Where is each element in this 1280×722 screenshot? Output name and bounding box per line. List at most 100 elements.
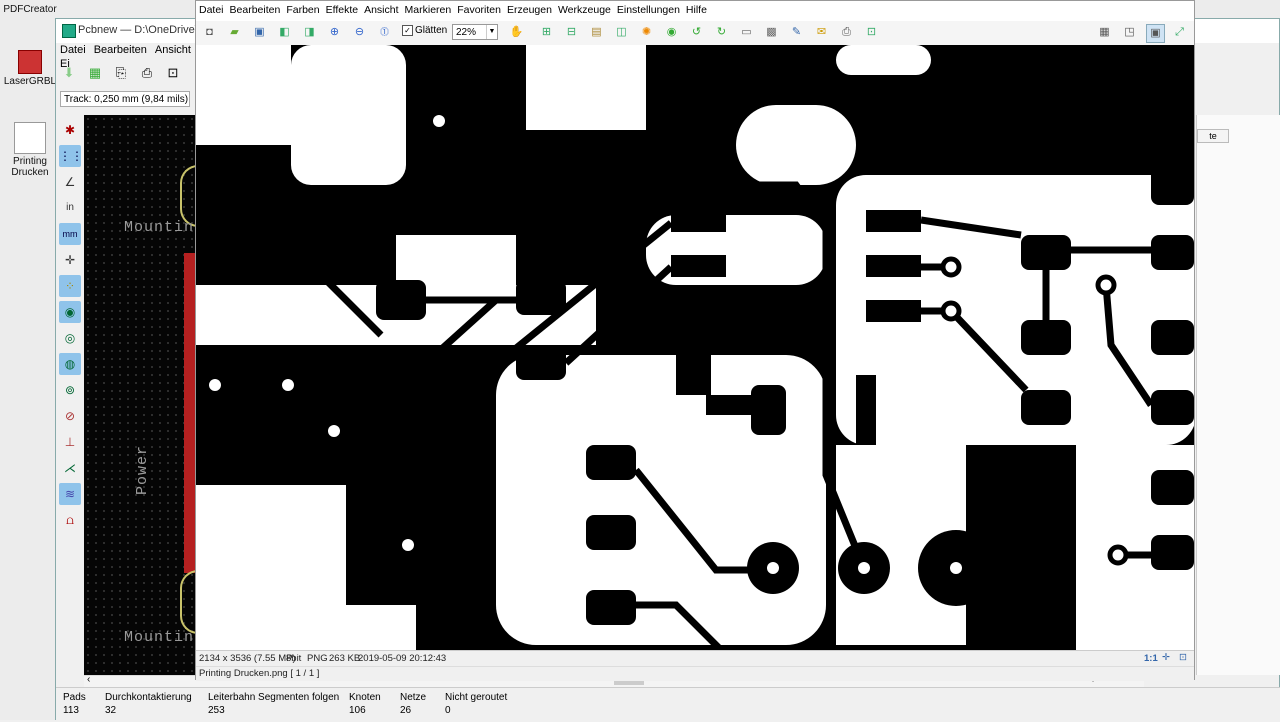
viewer-menu-bearbeiten[interactable]: Bearbeiten bbox=[227, 1, 284, 19]
layers-icon[interactable]: ≋ bbox=[59, 483, 81, 505]
pcb-image-view[interactable] bbox=[196, 45, 1194, 650]
image-format: PNG bbox=[307, 653, 328, 664]
slideshow-icon[interactable]: ▭ bbox=[738, 24, 755, 41]
previous-image-icon[interactable]: ◧ bbox=[276, 24, 293, 41]
zone-outline-icon[interactable]: ◎ bbox=[59, 327, 81, 349]
fullscreen-icon[interactable]: ▣ bbox=[1146, 24, 1165, 43]
download-icon[interactable]: ⬇ bbox=[58, 62, 80, 84]
status-value: 106 bbox=[349, 705, 366, 716]
zoom-out-icon[interactable]: ⊖ bbox=[351, 24, 368, 41]
viewer-menu-datei[interactable]: Datei bbox=[196, 1, 227, 19]
rotate-left-icon[interactable]: ↺ bbox=[688, 24, 705, 41]
track-sketch-icon[interactable]: ⊥ bbox=[59, 431, 81, 453]
zoom-select[interactable]: 22% ▼ bbox=[452, 24, 498, 40]
menu-ansicht[interactable]: Ansicht bbox=[151, 43, 195, 57]
smooth-checkbox[interactable]: ✓ Glätten bbox=[402, 25, 447, 36]
page-settings-icon[interactable]: ⎘ bbox=[110, 62, 132, 84]
pan-hand-icon[interactable]: ✋ bbox=[508, 24, 525, 41]
open-folder-icon[interactable]: ▰ bbox=[226, 24, 243, 41]
image-dimensions: 2134 x 3536 (7.55 MP) bbox=[199, 653, 296, 664]
image-bit-depth: 8bit bbox=[286, 653, 302, 664]
desktop-icon-lasergrbl[interactable]: LaserGRBL bbox=[0, 50, 60, 87]
desktop-icon-printing[interactable]: Printing Drucken bbox=[0, 122, 60, 178]
units-mm-icon[interactable]: mm bbox=[59, 223, 81, 245]
viewer-menu-werkzeuge[interactable]: Werkzeuge bbox=[555, 1, 614, 19]
info-panel-icon[interactable]: ◳ bbox=[1121, 24, 1138, 41]
zone-fill-icon[interactable]: ◉ bbox=[59, 301, 81, 323]
zone-sketch-icon[interactable]: ◍ bbox=[59, 353, 81, 375]
viewer-statusbar: 2134 x 3536 (7.55 MP) 8bit PNG 263 KB 20… bbox=[196, 650, 1194, 667]
email-icon[interactable]: ✉ bbox=[813, 24, 830, 41]
crop-icon[interactable]: ⊟ bbox=[563, 24, 580, 41]
viewer-menu-markieren[interactable]: Markieren bbox=[402, 1, 455, 19]
chevron-down-icon[interactable]: ▼ bbox=[486, 25, 497, 39]
viewer-menu-favoriten[interactable]: Favoriten bbox=[454, 1, 504, 19]
lasergrbl-icon bbox=[18, 50, 42, 74]
viewer-menu-erzeugen[interactable]: Erzeugen bbox=[504, 1, 555, 19]
desktop-icon-pdfcreator[interactable]: PDFCreator bbox=[0, 0, 60, 15]
next-image-icon[interactable]: ◨ bbox=[301, 24, 318, 41]
cursor-icon[interactable]: ✛ bbox=[59, 249, 81, 271]
viewer-menu-hilfe[interactable]: Hilfe bbox=[683, 1, 710, 19]
status-value: 113 bbox=[63, 705, 79, 716]
status-label: Knoten bbox=[349, 692, 381, 703]
silkscreen-mounting-top: Mounting bbox=[124, 219, 205, 236]
brightness-icon[interactable]: ✺ bbox=[638, 24, 655, 41]
print-icon[interactable]: ⎙ bbox=[838, 24, 855, 41]
status-nets: Netze 26 bbox=[400, 691, 426, 717]
fit-window-icon[interactable]: ⤢ bbox=[1171, 24, 1188, 41]
silkscreen-power: Power bbox=[134, 444, 151, 495]
menu-bearbeiten[interactable]: Bearbeiten bbox=[90, 43, 151, 57]
original-size-icon[interactable]: ⓵ bbox=[376, 24, 393, 41]
resize-icon[interactable]: ▤ bbox=[588, 24, 605, 41]
viewer-menubar: Datei Bearbeiten Farben Effekte Ansicht Marki… bbox=[196, 1, 1194, 21]
via-sketch-icon[interactable]: ⊘ bbox=[59, 405, 81, 427]
status-label: Durchkontaktierung bbox=[105, 692, 192, 703]
ratsnest-icon[interactable]: ⁘ bbox=[59, 275, 81, 297]
panel-tab[interactable]: te bbox=[1197, 129, 1229, 143]
pin-icon[interactable]: ✛ bbox=[1162, 652, 1170, 663]
thumbnail-view-icon[interactable]: ▦ bbox=[1096, 24, 1113, 41]
image-viewer-window: Datei Bearbeiten Farben Effekte Ansicht Marki… bbox=[195, 0, 1195, 681]
viewer-menu-einstellungen[interactable]: Einstellungen bbox=[614, 1, 683, 19]
document-icon bbox=[14, 122, 46, 154]
drc-icon[interactable]: ✱ bbox=[59, 119, 81, 141]
high-contrast-icon[interactable]: ⋌ bbox=[59, 457, 81, 479]
batch-icon[interactable]: ▩ bbox=[763, 24, 780, 41]
fit-image-icon[interactable]: ⊞ bbox=[538, 24, 555, 41]
status-value: 0 bbox=[445, 705, 451, 716]
image-date: 2019-05-09 20:12:43 bbox=[358, 653, 447, 664]
track-width-select[interactable]: Track: 0,250 mm (9,84 mils) * bbox=[60, 91, 190, 107]
color-icon[interactable]: ◉ bbox=[663, 24, 680, 41]
viewer-toolbar: ◘ ▰ ▣ ◧ ◨ ⊕ ⊖ ⓵ ✓ Glätten 22% ▼ ✋ ⊞ ⊟ ▤ ◫ … bbox=[196, 21, 1194, 46]
desktop-icon-label: PDFCreator bbox=[3, 4, 57, 15]
draw-icon[interactable]: ✎ bbox=[788, 24, 805, 41]
board-setup-icon[interactable]: ▦ bbox=[84, 62, 106, 84]
pcbnew-menubar: Datei Bearbeiten AnsichtEi bbox=[56, 43, 196, 70]
fit-icon[interactable]: ⊡ bbox=[1179, 652, 1187, 663]
viewer-menu-effekte[interactable]: Effekte bbox=[323, 1, 362, 19]
polar-coords-icon[interactable]: ∠ bbox=[59, 171, 81, 193]
print-icon[interactable]: ⎙ bbox=[136, 62, 158, 84]
canvas-size-icon[interactable]: ◫ bbox=[613, 24, 630, 41]
image-filename: Printing Drucken.png [ 1 / 1 ] bbox=[199, 668, 320, 679]
pad-sketch-icon[interactable]: ⊚ bbox=[59, 379, 81, 401]
scroll-left-icon[interactable]: ‹ bbox=[87, 674, 90, 685]
camera-icon[interactable]: ◘ bbox=[201, 24, 218, 41]
status-nodes: Knoten 106 bbox=[349, 691, 381, 717]
scale-indicator[interactable]: 1:1 bbox=[1144, 653, 1158, 664]
viewer-menu-farben[interactable]: Farben bbox=[283, 1, 322, 19]
microwave-icon[interactable]: ⩍ bbox=[59, 509, 81, 531]
pcb-canvas[interactable]: Mounting Power Mounting bbox=[84, 115, 203, 675]
status-value: 26 bbox=[400, 705, 412, 716]
rotate-right-icon[interactable]: ↻ bbox=[713, 24, 730, 41]
grid-icon[interactable]: ⋮⋮ bbox=[59, 145, 83, 167]
zoom-in-icon[interactable]: ⊕ bbox=[326, 24, 343, 41]
save-icon[interactable]: ▣ bbox=[251, 24, 268, 41]
menu-datei[interactable]: Datei bbox=[56, 43, 90, 57]
properties-icon[interactable]: ⊡ bbox=[863, 24, 880, 41]
checkbox-checked-icon: ✓ bbox=[402, 25, 413, 36]
units-inch-icon[interactable]: in bbox=[59, 197, 81, 219]
viewer-menu-ansicht[interactable]: Ansicht bbox=[361, 1, 401, 19]
plot-icon[interactable]: ⊡ bbox=[162, 62, 184, 84]
